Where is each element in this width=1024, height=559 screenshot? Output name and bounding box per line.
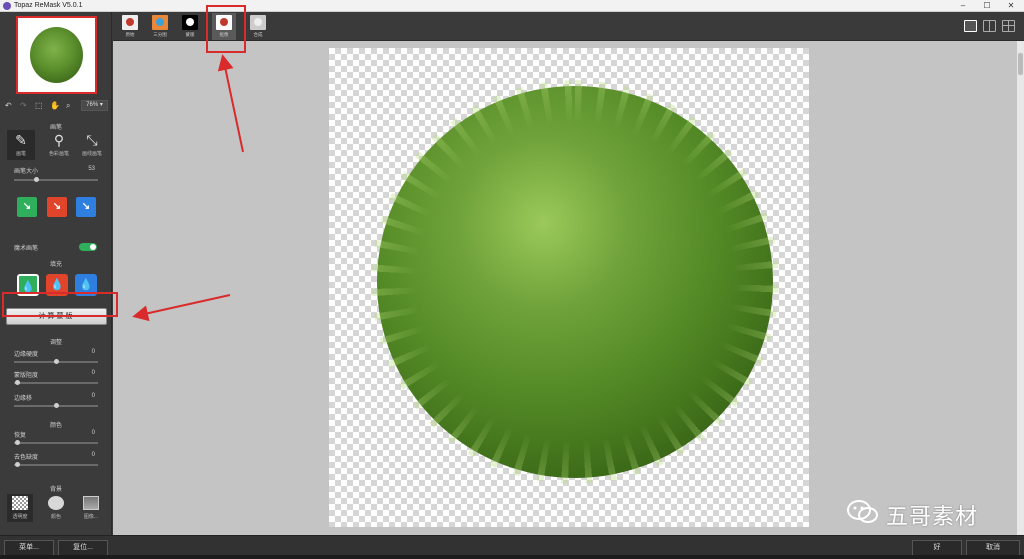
wechat-icon — [847, 500, 878, 523]
watermark: 五哥素材 — [846, 497, 996, 530]
arrow-to-compute-button — [132, 294, 231, 322]
annotation-arrows — [132, 54, 244, 322]
watermark-text: 五哥素材 — [886, 505, 979, 530]
arrow-to-cutout-tool — [217, 54, 244, 153]
